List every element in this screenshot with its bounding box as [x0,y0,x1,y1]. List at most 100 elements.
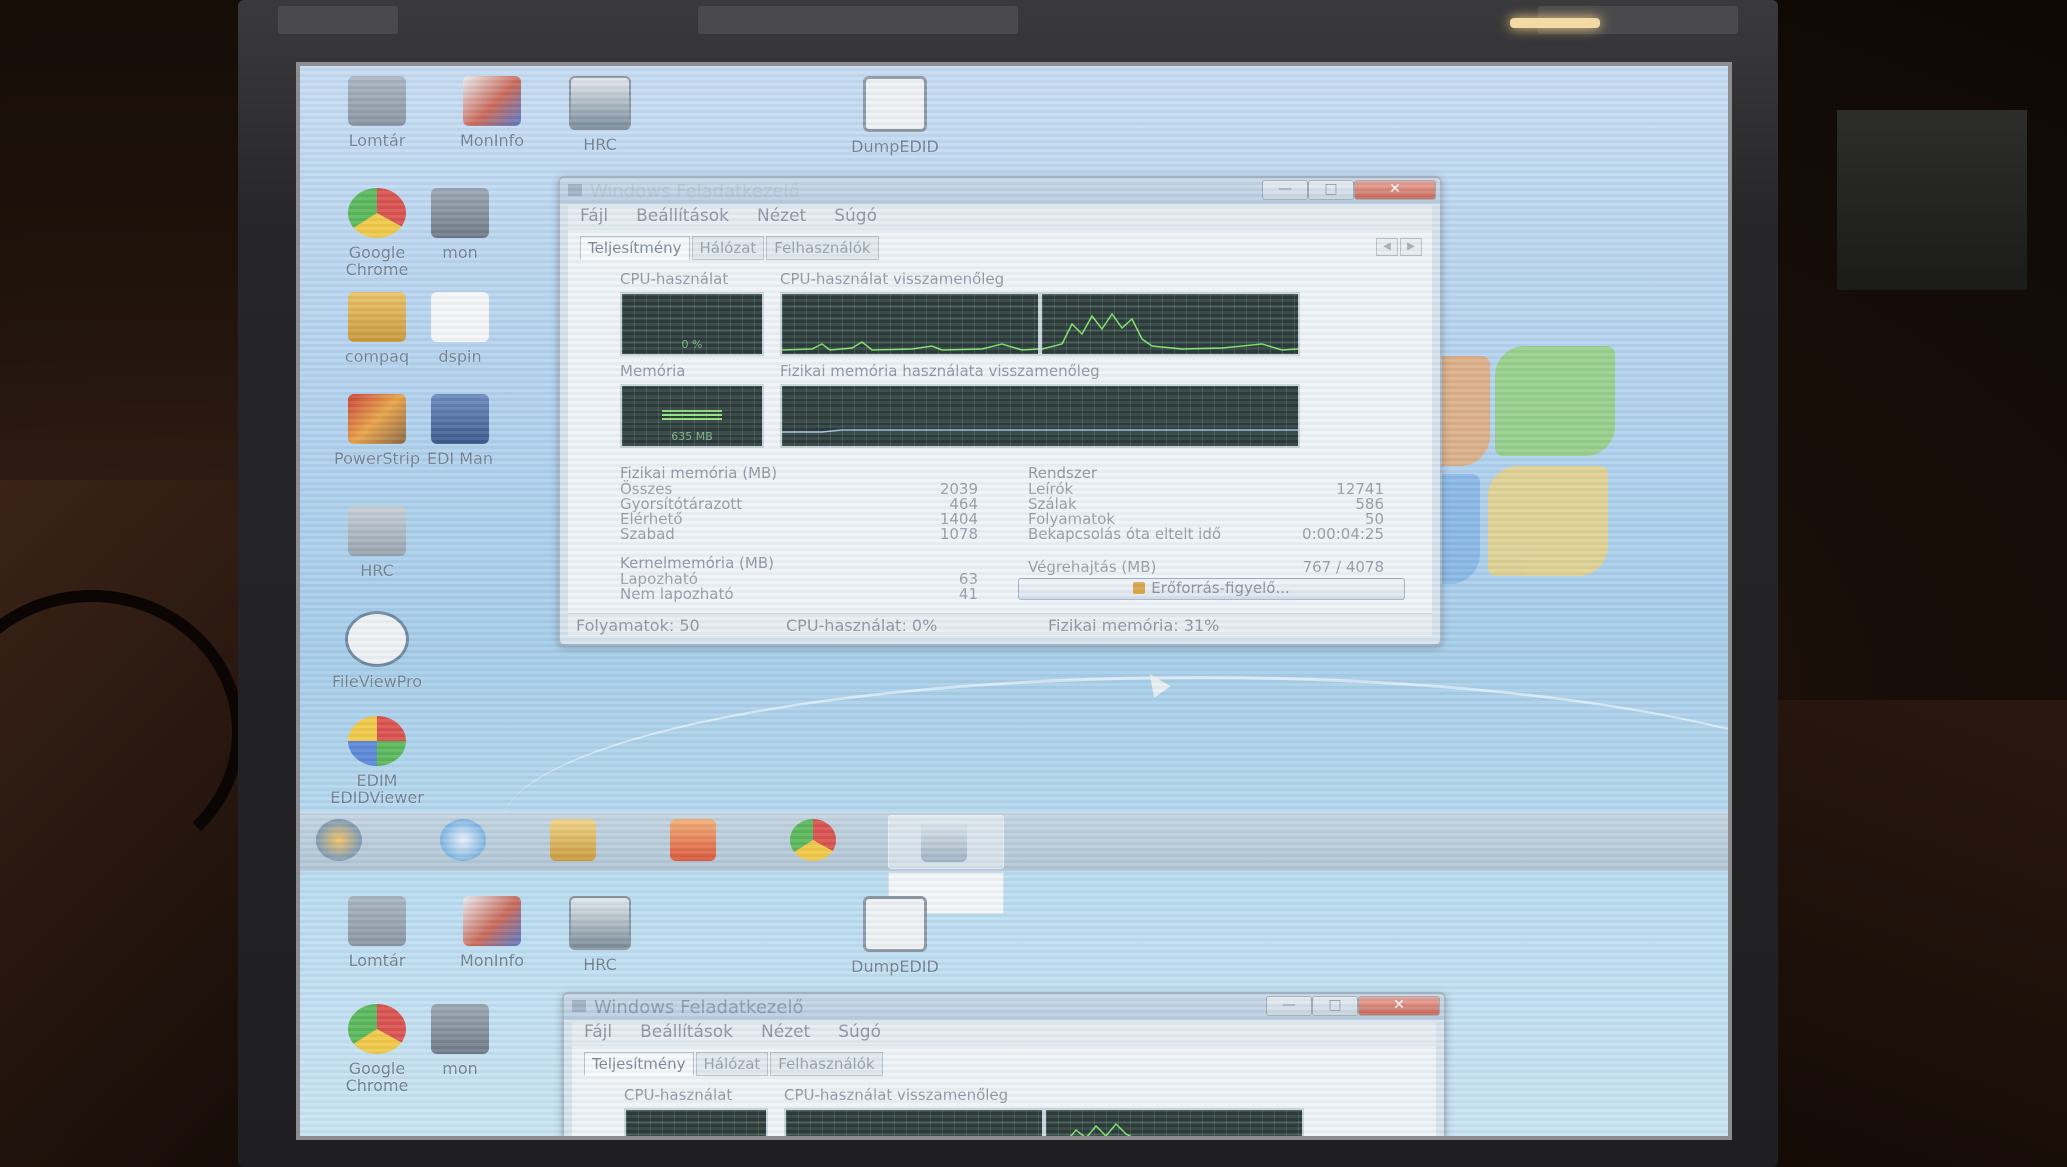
desktop-icon-fileviewpro[interactable]: FileViewPro [322,611,432,690]
cpu-history-graph-1 [784,1108,1044,1136]
menu-file[interactable]: Fájl [584,1022,612,1044]
menu-view[interactable]: Nézet [761,1022,810,1044]
status-cpu: CPU-használat: 0% [786,616,938,635]
memory-history-line [782,429,1298,433]
stat-row: Bekapcsolás óta eltelt idő 0:00:04:25 [1028,525,1384,543]
icon-label: PowerStrip [334,449,420,468]
cpu-usage-gauge: 0 % [620,292,764,356]
desktop-icon-dspin[interactable]: dspin [420,292,500,365]
chrome-icon[interactable] [790,819,836,861]
title-bar[interactable]: Windows Feladatkezelő — □ ✕ [564,994,1444,1020]
menu-bar: Fájl Beállítások Nézet Súgó [568,206,1432,228]
tab-scroll-arrows: ◀ ▶ [1376,238,1422,256]
ie-icon[interactable] [440,819,486,861]
menu-file[interactable]: Fájl [580,206,608,228]
menu-options[interactable]: Beállítások [636,206,729,228]
mon-icon [431,188,489,238]
tab-performance[interactable]: Teljesítmény [580,236,690,260]
close-button[interactable]: ✕ [1358,996,1440,1016]
scroll-right-button[interactable]: ▶ [1400,238,1422,256]
minimize-button[interactable]: — [1262,180,1308,200]
desktop-icon-moninfo[interactable]: MonInfo [437,76,547,149]
cpu-history-line-2 [1070,1122,1132,1136]
desktop-icon-mon[interactable]: mon [420,188,500,261]
memory-history-label: Fizikai memória használata visszamenőleg [780,362,1100,380]
task-manager-window-ghost[interactable]: Windows Feladatkezelő — □ ✕ Fájl Beállít… [562,992,1446,1136]
menu-help[interactable]: Súgó [834,206,877,228]
icon-label: DumpEDID [851,137,939,156]
background-box [1837,110,2027,290]
status-processes: Folyamatok: 50 [576,616,700,635]
start-orb-icon[interactable] [316,819,362,861]
desktop-icon-dumpedid[interactable]: DumpEDID [840,76,950,155]
tab-performance[interactable]: Teljesítmény [584,1052,694,1076]
desktop-icon-recycle-bin[interactable]: Lomtár [322,76,432,149]
task-manager-icon [568,184,582,196]
desktop-icon-hrc-ghost[interactable]: HRC [545,896,655,973]
minimize-button[interactable]: — [1266,996,1312,1016]
memory-bar [662,410,722,420]
icon-label: Google Chrome [345,243,409,279]
icon-label: FileViewPro [331,672,423,691]
resource-monitor-label: Erőforrás-figyelő... [1151,579,1290,597]
memory-label: Memória [620,362,686,380]
close-button[interactable]: ✕ [1354,180,1436,200]
desktop-icon-hrc[interactable]: HRC [545,76,655,153]
cpu-history-label: CPU-használat visszamenőleg [780,270,1005,288]
tab-networking[interactable]: Hálózat [691,236,765,260]
shield-icon [1133,582,1146,594]
dumpedid-icon [863,76,927,132]
icon-label: EDIM EDIDViewer [330,771,424,807]
task-manager-window[interactable]: Windows Feladatkezelő — □ ✕ Fájl Beállít… [558,176,1442,646]
moninfo-icon [463,896,521,946]
status-memory: Fizikai memória: 31% [1048,616,1220,635]
light-reflection [1510,18,1600,28]
icon-label: mon [442,243,478,262]
desktop-icon-chrome-ghost[interactable]: Google Chrome [322,1004,432,1094]
moninfo-icon [463,76,521,126]
icon-label: compaq [344,347,410,366]
desktop-icon-mon-ghost[interactable]: mon [420,1004,500,1077]
media-player-icon[interactable] [670,819,716,861]
scroll-left-button[interactable]: ◀ [1376,238,1398,256]
desktop-icon-edid-viewer[interactable]: EDIM EDIDViewer [322,716,432,806]
memory-gauge: 635 MB [620,384,764,448]
maximize-button[interactable]: □ [1312,996,1358,1016]
cpu-usage-label: CPU-használat [620,270,729,288]
cpu-history-graph-1 [780,292,1040,356]
tab-networking[interactable]: Hálózat [695,1052,769,1076]
resource-monitor-button[interactable]: Erőforrás-figyelő... [1018,578,1405,600]
explorer-icon[interactable] [550,819,596,861]
maximize-button[interactable]: □ [1308,180,1354,200]
window-title: Windows Feladatkezelő [594,997,804,1018]
menu-options[interactable]: Beállítások [640,1022,733,1044]
stat-row: Szabad 1078 [620,525,978,543]
task-manager-body: Teljesítmény Hálózat Felhasználók CPU-ha… [572,1046,1436,1136]
tab-users[interactable]: Felhasználók [766,236,879,260]
desktop-icon-powerstrip[interactable]: PowerStrip [322,394,432,467]
cpu-usage-label: CPU-használat [624,1086,733,1104]
folder-icon [348,292,406,342]
title-bar[interactable]: Windows Feladatkezelő — □ ✕ [560,178,1440,204]
tab-users[interactable]: Felhasználók [770,1052,883,1076]
hrc-icon [569,76,631,130]
desktop-icon-chrome[interactable]: Google Chrome [322,188,432,278]
menu-view[interactable]: Nézet [757,206,806,228]
cpu-history-line-2 [1042,312,1298,351]
cpu-history-graph-2 [1044,1108,1304,1136]
menu-help[interactable]: Súgó [838,1022,881,1044]
desktop-icon-edid-manager[interactable]: EDI Man [420,394,500,467]
desktop-icon-moninfo-ghost[interactable]: MonInfo [437,896,547,969]
cpu-usage-gauge [624,1108,768,1136]
task-manager-icon [921,820,967,862]
fileviewpro-icon [345,611,409,667]
desktop-icon-hrc-file[interactable]: HRC [322,506,432,579]
cpu-history-graph-2 [1040,292,1300,356]
desktop-icon-recycle-bin-ghost[interactable]: Lomtár [322,896,432,969]
icon-label: Google Chrome [345,1059,409,1095]
icon-label: Lomtár [348,951,406,970]
hrc-icon [569,896,631,950]
taskbar-task-manager[interactable] [888,815,1004,869]
desktop-icon-compaq[interactable]: compaq [322,292,432,365]
desktop-icon-dumpedid-ghost[interactable]: DumpEDID [840,896,950,975]
